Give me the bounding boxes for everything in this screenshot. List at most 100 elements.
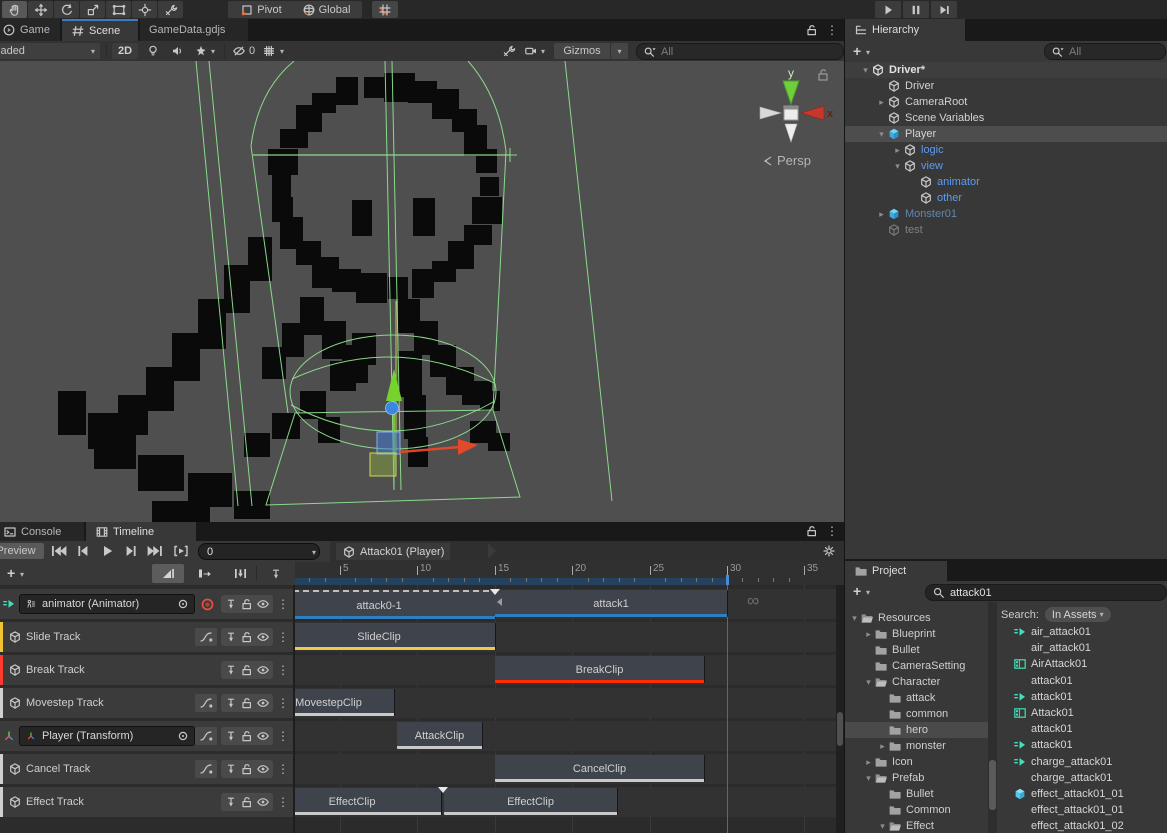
hierarchy-item-player[interactable]: ▾Player bbox=[845, 126, 1167, 142]
tab-gamedata-gdjs[interactable]: GameData.gdjs bbox=[140, 19, 248, 41]
project-folder-bullet[interactable]: Bullet bbox=[845, 786, 988, 802]
hierarchy-item-cameraroot[interactable]: ▸CameraRoot bbox=[845, 94, 1167, 110]
disclosure-right-icon[interactable]: ▸ bbox=[877, 741, 888, 752]
track-menu-icon[interactable]: ⋮ bbox=[277, 729, 289, 743]
play-button[interactable] bbox=[96, 543, 118, 559]
result-air-attack01[interactable]: air_attack01 bbox=[997, 624, 1167, 640]
curves-toggle-button[interactable] bbox=[195, 760, 217, 778]
pin-icon[interactable] bbox=[224, 597, 238, 611]
project-folder-resources[interactable]: ▾Resources bbox=[845, 610, 988, 626]
timeline-panel-menu-icon[interactable]: ⋮ bbox=[826, 524, 838, 538]
eye-icon[interactable] bbox=[256, 630, 270, 644]
lock-open-icon[interactable] bbox=[240, 762, 254, 776]
fx-chevron-icon[interactable]: ▾ bbox=[211, 47, 215, 56]
pin-icon[interactable] bbox=[224, 729, 238, 743]
timeline-ruler[interactable]: 5101520253035 bbox=[295, 562, 844, 586]
eye-icon[interactable] bbox=[256, 597, 270, 611]
hand-tool-button[interactable] bbox=[2, 1, 27, 18]
track-header-effect-track[interactable]: Effect Track⋮ bbox=[0, 787, 293, 817]
hierarchy-item-other[interactable]: other bbox=[845, 190, 1167, 206]
pin-icon[interactable] bbox=[224, 663, 238, 677]
pin-icon[interactable] bbox=[224, 630, 238, 644]
clip-cancelclip[interactable]: CancelClip bbox=[495, 755, 705, 782]
2d-toggle-button[interactable]: 2D bbox=[112, 43, 138, 59]
rect-tool-button[interactable] bbox=[106, 1, 131, 18]
shading-mode-dropdown[interactable]: Shaded▾ bbox=[0, 43, 100, 59]
pin-icon[interactable] bbox=[224, 696, 238, 710]
project-folder-icon[interactable]: ▸Icon bbox=[845, 754, 988, 770]
scene-fx-icon[interactable] bbox=[194, 44, 208, 58]
track-menu-icon[interactable]: ⋮ bbox=[277, 663, 289, 677]
lock-open-icon[interactable] bbox=[240, 696, 254, 710]
clip-attackclip[interactable]: AttackClip bbox=[397, 722, 483, 749]
track-name-field[interactable]: animator (Animator) bbox=[19, 594, 195, 614]
track-header-animator-animator-[interactable]: animator (Animator)⋮ bbox=[0, 589, 293, 619]
scene-panel-menu-icon[interactable]: ⋮ bbox=[826, 23, 838, 37]
disclosure-down-icon[interactable]: ▾ bbox=[860, 65, 871, 76]
frame-field-chevron-icon[interactable]: ▾ bbox=[312, 548, 316, 557]
lock-open-icon[interactable] bbox=[240, 630, 254, 644]
tab-timeline[interactable]: Timeline bbox=[86, 522, 196, 541]
project-folder-effect[interactable]: ▾Effect bbox=[845, 818, 988, 833]
preview-toggle-button[interactable]: Preview bbox=[0, 543, 44, 559]
marker-track-toggle-button[interactable] bbox=[264, 564, 288, 583]
track-menu-icon[interactable]: ⋮ bbox=[277, 630, 289, 644]
clip-breakclip[interactable]: BreakClip bbox=[495, 656, 705, 683]
scene-orientation-gizmo[interactable]: y x bbox=[750, 65, 836, 151]
track-header-break-track[interactable]: Break Track⋮ bbox=[0, 655, 293, 685]
tab-scene[interactable]: Scene bbox=[62, 19, 138, 41]
hierarchy-item-animator[interactable]: animator bbox=[845, 174, 1167, 190]
breadcrumb[interactable]: Attack01 (Player) bbox=[336, 543, 450, 560]
transform-tool-button[interactable] bbox=[132, 1, 157, 18]
result-attack01[interactable]: attack01 bbox=[997, 737, 1167, 753]
grid-chevron-icon[interactable]: ▾ bbox=[280, 47, 284, 56]
create-object-chevron-icon[interactable]: ▾ bbox=[866, 48, 870, 57]
project-folder-common[interactable]: Common bbox=[845, 802, 988, 818]
disclosure-right-icon[interactable]: ▸ bbox=[892, 145, 903, 156]
hierarchy-item-scene-variables[interactable]: Scene Variables bbox=[845, 110, 1167, 126]
rotate-tool-button[interactable] bbox=[54, 1, 79, 18]
add-track-button[interactable]: + bbox=[7, 566, 15, 580]
lock-open-icon[interactable] bbox=[805, 23, 819, 37]
project-folder-attack[interactable]: attack bbox=[845, 690, 988, 706]
project-folder-monster[interactable]: ▸monster bbox=[845, 738, 988, 754]
timeline-settings-gear-icon[interactable] bbox=[822, 544, 836, 558]
result-charge-attack01[interactable]: charge_attack01 bbox=[997, 754, 1167, 770]
disclosure-right-icon[interactable]: ▸ bbox=[863, 629, 874, 640]
result-attack01[interactable]: attack01 bbox=[997, 689, 1167, 705]
lock-open-icon[interactable] bbox=[240, 663, 254, 677]
clip-effectclip[interactable]: EffectClip bbox=[444, 788, 618, 815]
disclosure-down-icon[interactable]: ▾ bbox=[877, 821, 888, 832]
duration-end-marker[interactable] bbox=[726, 575, 729, 585]
lock-open-icon[interactable] bbox=[240, 597, 254, 611]
result-effect-attack01-01[interactable]: effect_attack01_01 bbox=[997, 786, 1167, 802]
camera-chevron-icon[interactable]: ▾ bbox=[541, 47, 545, 56]
clip-boundary-marker[interactable] bbox=[438, 787, 448, 793]
clip-boundary-marker[interactable] bbox=[490, 589, 500, 595]
track-menu-icon[interactable]: ⋮ bbox=[277, 762, 289, 776]
scene-camera-icon[interactable] bbox=[524, 44, 538, 58]
project-folder-hero[interactable]: hero bbox=[845, 722, 988, 738]
eye-icon[interactable] bbox=[256, 696, 270, 710]
track-header-movestep-track[interactable]: Movestep Track⋮ bbox=[0, 688, 293, 718]
previous-frame-button[interactable] bbox=[72, 543, 94, 559]
scrollbar-thumb[interactable] bbox=[989, 760, 996, 810]
scene-light-icon[interactable] bbox=[146, 44, 160, 58]
disclosure-down-icon[interactable]: ▾ bbox=[849, 613, 860, 624]
disclosure-down-icon[interactable]: ▾ bbox=[863, 773, 874, 784]
gizmos-chevron-button[interactable]: ▾ bbox=[611, 43, 628, 59]
hierarchy-item-test[interactable]: test bbox=[845, 222, 1167, 238]
project-folder-prefab[interactable]: ▾Prefab bbox=[845, 770, 988, 786]
scene-viewport[interactable]: y x Persp bbox=[0, 61, 844, 522]
result-attack01[interactable]: Attack01 bbox=[997, 705, 1167, 721]
eye-icon[interactable] bbox=[256, 729, 270, 743]
eye-icon[interactable] bbox=[256, 762, 270, 776]
tab-hierarchy[interactable]: Hierarchy bbox=[845, 19, 965, 41]
eye-icon[interactable] bbox=[256, 795, 270, 809]
track-header-player-transform-[interactable]: Player (Transform)⋮ bbox=[0, 721, 293, 751]
result-air-attack01[interactable]: air_attack01 bbox=[997, 640, 1167, 656]
object-picker-icon[interactable] bbox=[176, 597, 190, 611]
create-object-button[interactable]: + bbox=[853, 44, 861, 58]
record-button[interactable] bbox=[197, 595, 217, 613]
results-scope-dropdown[interactable]: In Assets▾ bbox=[1045, 607, 1111, 622]
